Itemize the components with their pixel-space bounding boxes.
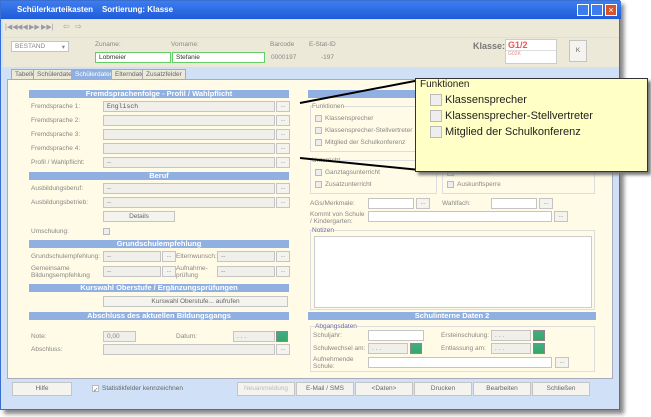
callout-stellvertreter-label: Klassensprecher-Stellvertreter xyxy=(445,110,593,123)
callout-stellvertreter-checkbox[interactable] xyxy=(430,110,442,123)
callout-klassensprecher-checkbox[interactable] xyxy=(430,94,442,107)
callout-schulkonferenz-checkbox[interactable] xyxy=(430,126,442,139)
zoom-callout: Funktionen Klassensprecher Klassensprech… xyxy=(415,78,648,172)
callout-schulkonferenz-label: Mitglied der Schulkonferenz xyxy=(445,126,581,139)
callout-pointer-lines xyxy=(299,79,421,171)
callout-klassensprecher-label: Klassensprecher xyxy=(445,94,527,106)
callout-title: Funktionen xyxy=(420,79,470,90)
